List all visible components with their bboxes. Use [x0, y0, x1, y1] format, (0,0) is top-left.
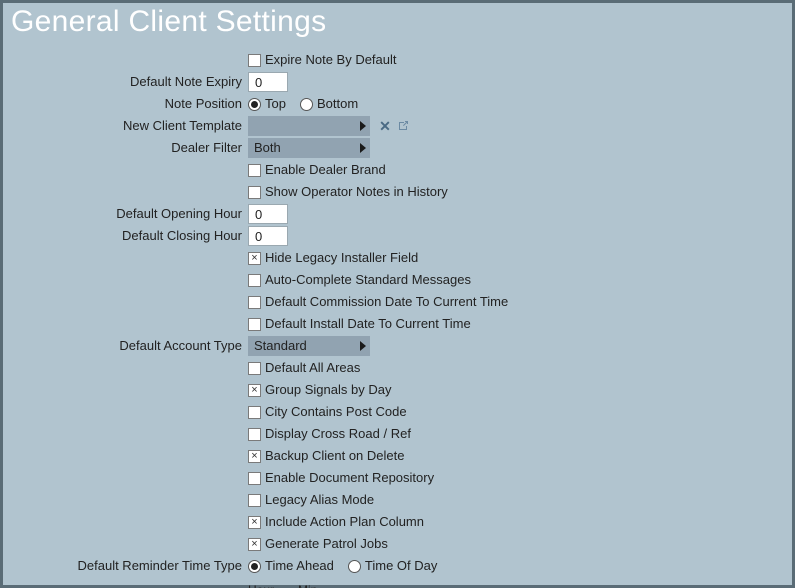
- enable-dealer-brand-checkbox[interactable]: [248, 164, 261, 177]
- time-ahead-min-header: Min: [298, 582, 342, 588]
- page-title: General Client Settings: [3, 3, 792, 45]
- reminder-time-of-day-radio[interactable]: [348, 560, 361, 573]
- show-operator-notes-label: Show Operator Notes in History: [265, 184, 448, 200]
- reminder-time-ahead-label[interactable]: Time Ahead: [265, 558, 334, 574]
- chevron-right-icon: [360, 341, 366, 351]
- expire-note-checkbox[interactable]: [248, 54, 261, 67]
- note-position-bottom-label[interactable]: Bottom: [317, 96, 358, 112]
- reminder-time-ahead-radio[interactable]: [248, 560, 261, 573]
- legacy-alias-mode-label: Legacy Alias Mode: [265, 492, 374, 508]
- settings-form: Expire Note By Default Default Note Expi…: [3, 45, 792, 588]
- city-contains-post-code-label: City Contains Post Code: [265, 404, 407, 420]
- display-cross-road-label: Display Cross Road / Ref: [265, 426, 411, 442]
- generate-patrol-jobs-checkbox[interactable]: ×: [248, 538, 261, 551]
- default-install-date-checkbox[interactable]: [248, 318, 261, 331]
- default-closing-hour-label: Default Closing Hour: [3, 228, 248, 244]
- open-template-icon[interactable]: [396, 119, 410, 133]
- chevron-right-icon: [360, 121, 366, 131]
- auto-complete-msgs-checkbox[interactable]: [248, 274, 261, 287]
- generate-patrol-jobs-label: Generate Patrol Jobs: [265, 536, 388, 552]
- expire-note-label: Expire Note By Default: [265, 52, 397, 68]
- reminder-time-of-day-label[interactable]: Time Of Day: [365, 558, 437, 574]
- backup-client-on-delete-checkbox[interactable]: ×: [248, 450, 261, 463]
- time-ahead-hour-header: Hour: [248, 582, 292, 588]
- group-signals-by-day-label: Group Signals by Day: [265, 382, 391, 398]
- dealer-filter-label: Dealer Filter: [3, 140, 248, 156]
- default-install-date-label: Default Install Date To Current Time: [265, 316, 471, 332]
- display-cross-road-checkbox[interactable]: [248, 428, 261, 441]
- include-action-plan-col-checkbox[interactable]: ×: [248, 516, 261, 529]
- new-client-template-dropdown[interactable]: [248, 116, 370, 136]
- note-position-top-label[interactable]: Top: [265, 96, 286, 112]
- default-opening-hour-input[interactable]: [248, 204, 288, 224]
- default-account-type-value: Standard: [254, 338, 307, 354]
- default-commission-date-label: Default Commission Date To Current Time: [265, 294, 508, 310]
- include-action-plan-col-label: Include Action Plan Column: [265, 514, 424, 530]
- enable-doc-repo-checkbox[interactable]: [248, 472, 261, 485]
- dealer-filter-dropdown[interactable]: Both: [248, 138, 370, 158]
- default-commission-date-checkbox[interactable]: [248, 296, 261, 309]
- legacy-alias-mode-checkbox[interactable]: [248, 494, 261, 507]
- note-position-top-radio[interactable]: [248, 98, 261, 111]
- group-signals-by-day-checkbox[interactable]: ×: [248, 384, 261, 397]
- enable-dealer-brand-label: Enable Dealer Brand: [265, 162, 386, 178]
- hide-legacy-installer-checkbox[interactable]: ×: [248, 252, 261, 265]
- note-position-bottom-radio[interactable]: [300, 98, 313, 111]
- default-opening-hour-label: Default Opening Hour: [3, 206, 248, 222]
- enable-doc-repo-label: Enable Document Repository: [265, 470, 434, 486]
- clear-template-icon[interactable]: ✕: [378, 119, 392, 133]
- show-operator-notes-checkbox[interactable]: [248, 186, 261, 199]
- default-reminder-time-type-label: Default Reminder Time Type: [3, 558, 248, 574]
- default-account-type-label: Default Account Type: [3, 338, 248, 354]
- default-account-type-dropdown[interactable]: Standard: [248, 336, 370, 356]
- default-all-areas-checkbox[interactable]: [248, 362, 261, 375]
- default-all-areas-label: Default All Areas: [265, 360, 360, 376]
- dealer-filter-value: Both: [254, 140, 281, 156]
- default-note-expiry-label: Default Note Expiry: [3, 74, 248, 90]
- hide-legacy-installer-label: Hide Legacy Installer Field: [265, 250, 418, 266]
- city-contains-post-code-checkbox[interactable]: [248, 406, 261, 419]
- backup-client-on-delete-label: Backup Client on Delete: [265, 448, 404, 464]
- settings-panel: General Client Settings Expire Note By D…: [3, 3, 792, 585]
- note-position-label: Note Position: [3, 96, 248, 112]
- new-client-template-label: New Client Template: [3, 118, 248, 134]
- chevron-right-icon: [360, 143, 366, 153]
- default-closing-hour-input[interactable]: [248, 226, 288, 246]
- default-note-expiry-input[interactable]: [248, 72, 288, 92]
- auto-complete-msgs-label: Auto-Complete Standard Messages: [265, 272, 471, 288]
